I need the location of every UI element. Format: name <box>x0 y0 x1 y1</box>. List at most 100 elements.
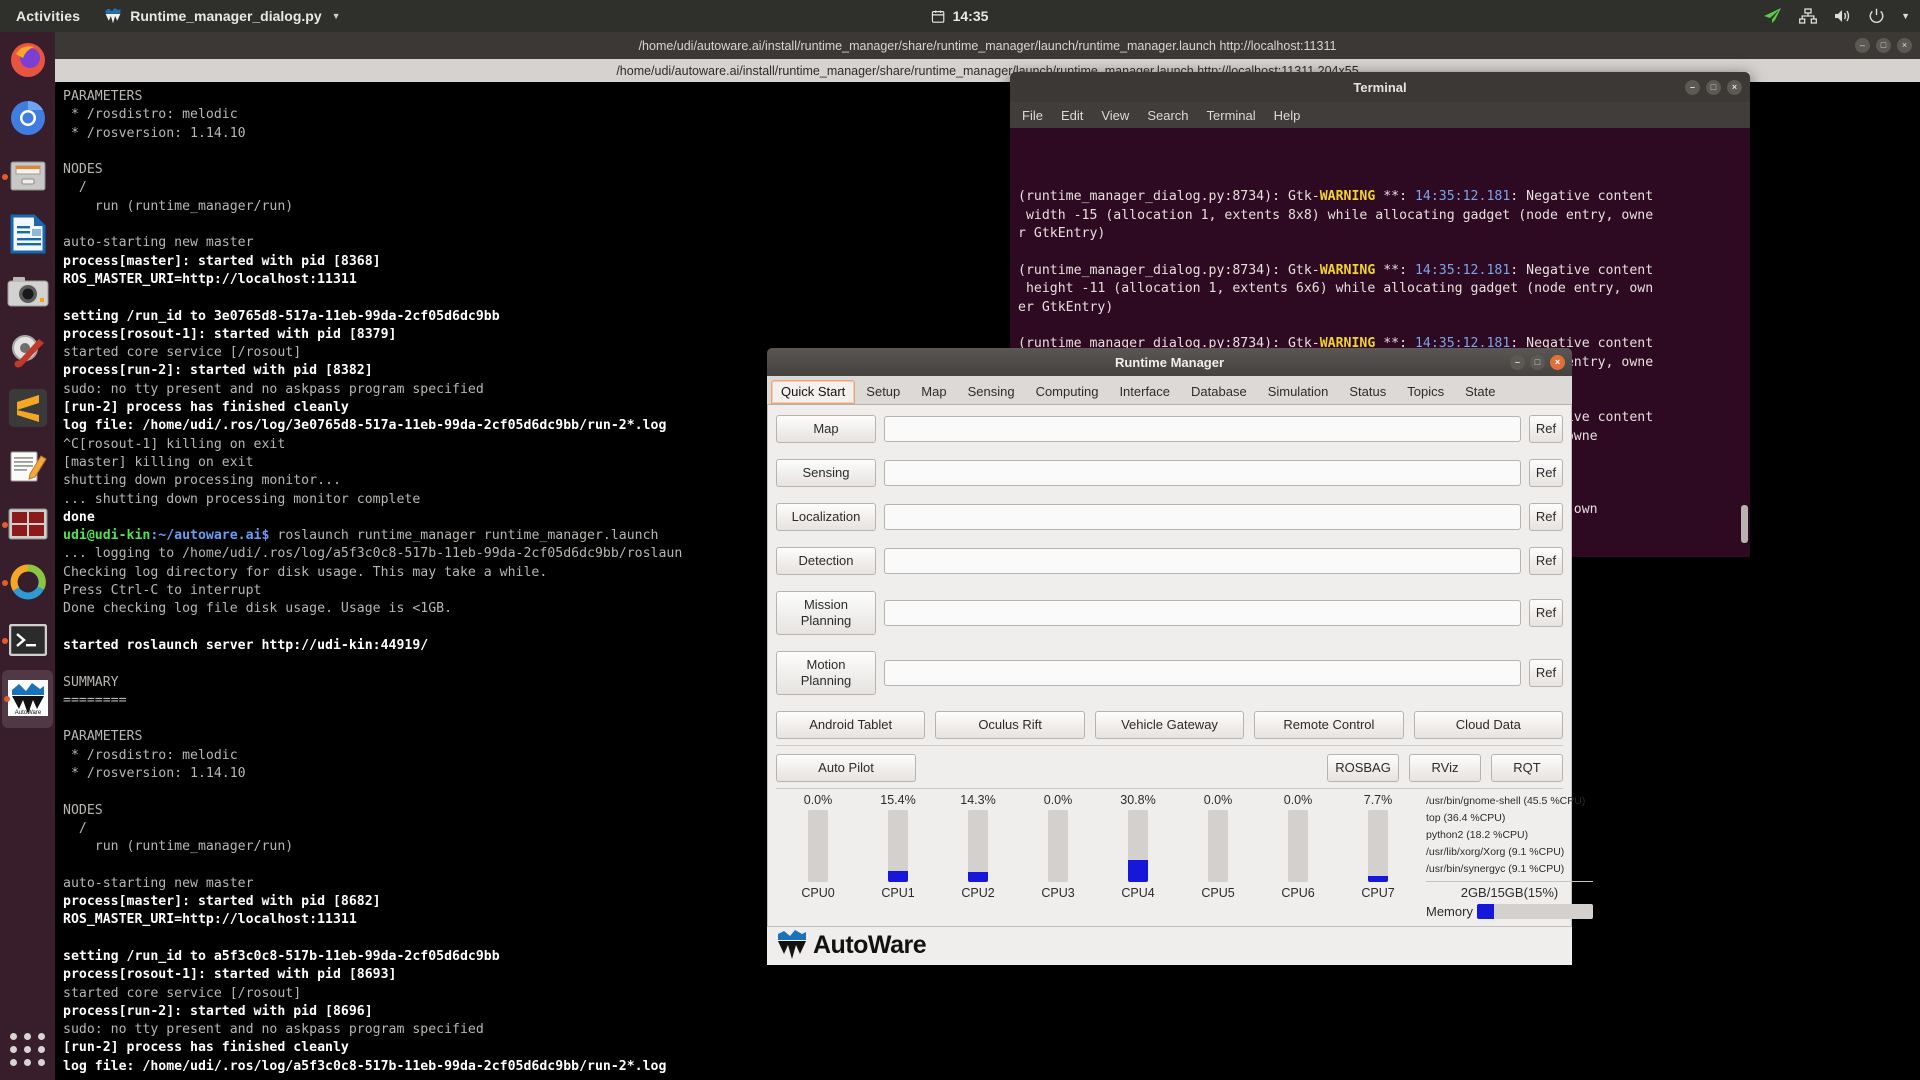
motion-planning-path-input[interactable] <box>884 660 1521 686</box>
cpu-percent-label: 0.0% <box>1203 793 1233 807</box>
clock-menu[interactable]: 14:35 <box>931 8 988 24</box>
device-button-row[interactable]: Android Tablet Oculus Rift Vehicle Gateway… <box>776 711 1564 739</box>
maximize-icon[interactable]: □ <box>1706 79 1721 95</box>
tools-row[interactable]: Auto Pilot ROSBAG RViz RQT <box>776 754 1563 782</box>
network-icon[interactable] <box>1799 8 1818 24</box>
mission-planning-ref-button[interactable]: Ref <box>1529 599 1563 627</box>
dock-item-files[interactable] <box>0 148 55 206</box>
cpu-gauge-cpu7: 7.7% CPU7 <box>1338 793 1418 920</box>
auto-pilot-button[interactable]: Auto Pilot <box>776 754 916 782</box>
cpu-bar-fill <box>968 871 988 882</box>
dock-item-sublime-text[interactable] <box>0 380 55 438</box>
terminal-menu-item[interactable]: Terminal <box>1207 108 1256 123</box>
dock-items[interactable]: AutoWare <box>0 32 55 728</box>
tab-interface[interactable]: Interface <box>1109 380 1180 404</box>
motion-planning-button[interactable]: Motion Planning <box>776 651 876 695</box>
runtime-manager-window[interactable]: Runtime Manager – □ × Quick Start Setup Ma… <box>767 348 1593 965</box>
tab-quick-start[interactable]: Quick Start <box>771 380 856 404</box>
motion-planning-ref-button[interactable]: Ref <box>1529 659 1563 687</box>
minimize-icon[interactable]: – <box>1855 38 1870 53</box>
terminal-menubar[interactable]: File Edit View Search Terminal Help <box>1010 102 1750 128</box>
chevron-down-icon[interactable]: ▼ <box>1901 11 1910 21</box>
dock-item-camera[interactable] <box>0 264 55 322</box>
sensing-ref-button[interactable]: Ref <box>1529 459 1563 487</box>
maximize-icon[interactable]: □ <box>1876 38 1891 53</box>
close-icon[interactable]: × <box>1897 38 1912 53</box>
minimize-icon[interactable]: – <box>1685 79 1700 95</box>
rviz-button[interactable]: RViz <box>1409 754 1481 782</box>
grid-dot <box>23 1033 31 1040</box>
sensing-button[interactable]: Sensing <box>776 459 876 487</box>
dock-item-text-editor[interactable] <box>0 438 55 496</box>
cloud-data-button[interactable]: Cloud Data <box>1413 711 1564 739</box>
tab-sensing[interactable]: Sensing <box>958 380 1025 404</box>
tab-setup[interactable]: Setup <box>856 380 910 404</box>
minimize-icon[interactable]: – <box>1510 354 1525 370</box>
dock-item-autoware[interactable]: AutoWare <box>2 670 53 728</box>
detection-path-input[interactable] <box>884 548 1521 574</box>
terminal-menu-item[interactable]: Help <box>1274 108 1301 123</box>
terminal-titlebar[interactable]: Terminal – □ × <box>1010 72 1750 102</box>
sensing-path-input[interactable] <box>884 460 1521 486</box>
chevron-down-icon[interactable]: ▼ <box>332 11 341 21</box>
tab-status[interactable]: Status <box>1339 380 1396 404</box>
running-indicator <box>2 522 8 528</box>
oculus-rift-button[interactable]: Oculus Rift <box>935 711 1085 739</box>
background-window-buttons[interactable]: – □ × <box>1855 38 1912 53</box>
dock-item-remote-desktop[interactable] <box>0 496 55 554</box>
terminal-menu-item[interactable]: Edit <box>1061 108 1083 123</box>
tab-simulation[interactable]: Simulation <box>1258 380 1339 404</box>
dock-item-libreoffice-writer[interactable] <box>0 206 55 264</box>
remote-control-button[interactable]: Remote Control <box>1254 711 1404 739</box>
runtime-manager-titlebar[interactable]: Runtime Manager – □ × <box>767 348 1572 376</box>
map-ref-button[interactable]: Ref <box>1529 415 1563 443</box>
detection-ref-button[interactable]: Ref <box>1529 547 1563 575</box>
terminal-menu-item[interactable]: Search <box>1147 108 1188 123</box>
power-icon[interactable] <box>1868 8 1885 25</box>
localization-button[interactable]: Localization <box>776 503 876 531</box>
localization-path-input[interactable] <box>884 504 1521 530</box>
dock-item-terminal[interactable] <box>0 612 55 670</box>
rosbag-button[interactable]: ROSBAG <box>1327 754 1399 782</box>
terminal-menu-item[interactable]: View <box>1101 108 1129 123</box>
show-applications-button[interactable] <box>0 1033 55 1066</box>
background-terminal-titlebar[interactable]: /home/udi/autoware.ai/install/runtime_ma… <box>55 32 1920 59</box>
terminal-scrollbar[interactable] <box>1741 505 1748 543</box>
volume-icon[interactable] <box>1833 8 1852 24</box>
localization-ref-button[interactable]: Ref <box>1529 503 1563 531</box>
dock-item-chromium[interactable] <box>0 90 55 148</box>
tab-state[interactable]: State <box>1455 380 1505 404</box>
rqt-button[interactable]: RQT <box>1491 754 1563 782</box>
runtime-manager-window-buttons[interactable]: – □ × <box>1510 354 1565 370</box>
terminal-menu-item[interactable]: File <box>1022 108 1043 123</box>
telegram-icon[interactable] <box>1763 7 1783 25</box>
dock-item-settings-tools[interactable] <box>0 322 55 380</box>
dock-item-system-monitor[interactable] <box>0 554 55 612</box>
tab-map[interactable]: Map <box>911 380 956 404</box>
grid-dot <box>37 1033 45 1040</box>
close-icon[interactable]: × <box>1550 354 1565 370</box>
mission-planning-path-input[interactable] <box>884 600 1521 626</box>
map-button[interactable]: Map <box>776 415 876 443</box>
maximize-icon[interactable]: □ <box>1530 354 1545 370</box>
tab-topics[interactable]: Topics <box>1397 380 1454 404</box>
activities-button[interactable]: Activities <box>0 8 94 24</box>
system-monitor-icon <box>10 564 46 603</box>
detection-button[interactable]: Detection <box>776 547 876 575</box>
map-path-input[interactable] <box>884 416 1521 442</box>
system-tray[interactable]: ▼ <box>1763 7 1910 25</box>
mission-planning-button[interactable]: Mission Planning <box>776 591 876 635</box>
tab-database[interactable]: Database <box>1181 380 1257 404</box>
tab-computing[interactable]: Computing <box>1026 380 1109 404</box>
active-app-menu[interactable]: Runtime_manager_dialog.py ▼ <box>94 7 350 25</box>
runtime-manager-tabbar[interactable]: Quick Start Setup Map Sensing Computing Inter… <box>767 376 1572 405</box>
vehicle-gateway-button[interactable]: Vehicle Gateway <box>1094 711 1245 739</box>
close-icon[interactable]: × <box>1727 79 1742 95</box>
gnome-top-bar[interactable]: Activities Runtime_manager_dialog.py ▼ 1… <box>0 0 1920 32</box>
terminal-window-buttons[interactable]: – □ × <box>1685 79 1742 95</box>
process-entry: /usr/lib/xorg/Xorg (9.1 %CPU) <box>1426 846 1565 858</box>
ubuntu-dock[interactable]: AutoWare <box>0 32 55 1080</box>
android-tablet-button[interactable]: Android Tablet <box>776 711 926 739</box>
dock-item-firefox[interactable] <box>0 32 55 90</box>
tool-buttons[interactable]: ROSBAG RViz RQT <box>1317 754 1563 782</box>
